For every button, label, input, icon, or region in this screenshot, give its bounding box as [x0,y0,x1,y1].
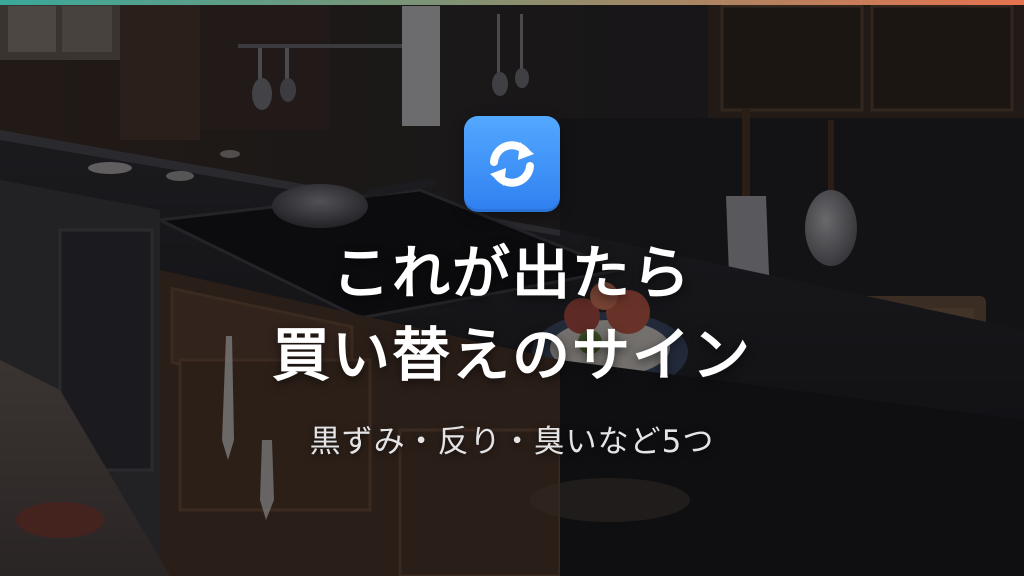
refresh-arrows-icon [464,116,560,212]
content-layer: これが出たら 買い替えのサイン 黒ずみ・反り・臭いなど5つ [0,0,1024,576]
accent-bar [0,0,1024,5]
title-line-1: これが出たら [331,239,692,307]
hero-banner: これが出たら 買い替えのサイン 黒ずみ・反り・臭いなど5つ [0,0,1024,576]
title-line-2: 買い替えのサイン [271,321,752,389]
page-title: これが出たら 買い替えのサイン [0,232,1024,396]
page-subtitle: 黒ずみ・反り・臭いなど5つ [309,424,715,460]
